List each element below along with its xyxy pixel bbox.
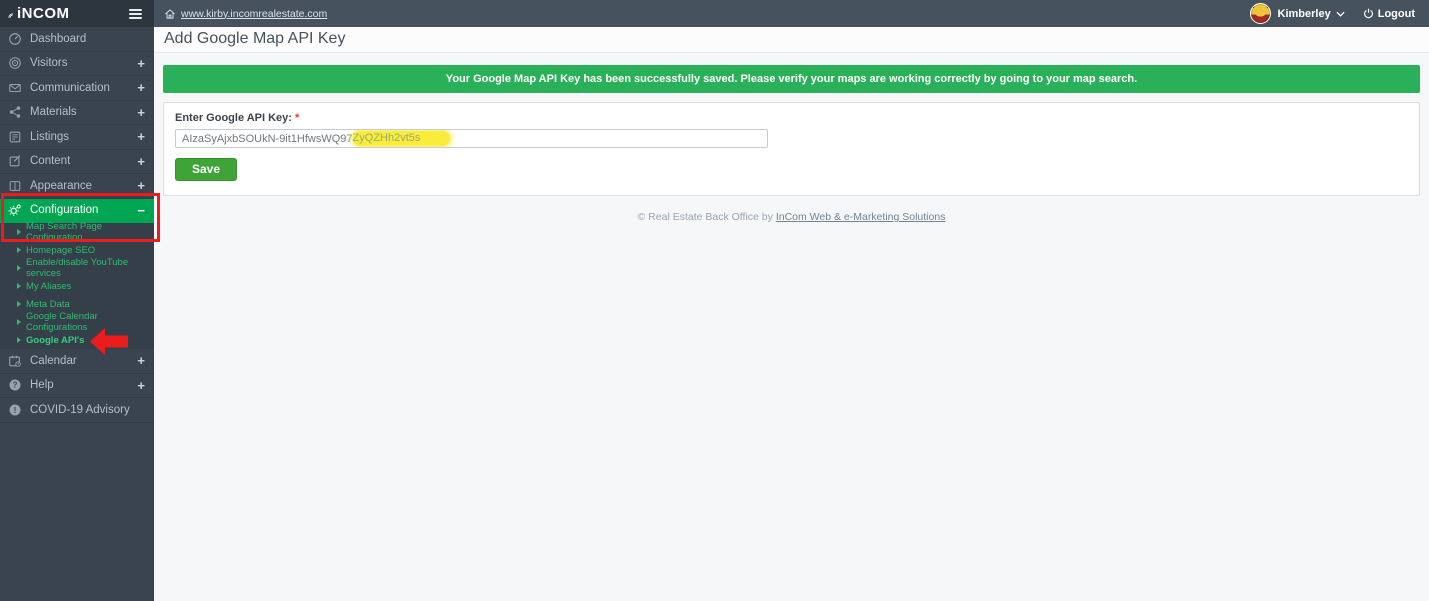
plus-icon[interactable]: + xyxy=(137,179,145,192)
user-cluster: Kimberley Logout xyxy=(1249,3,1415,24)
sidebar-item-listings[interactable]: Listings + xyxy=(0,125,154,150)
sidebar-item-label: Appearance xyxy=(30,179,93,192)
subitem-google-apis[interactable]: Google API's xyxy=(0,331,154,349)
site-url-text: www.kirby.incomrealestate.com xyxy=(181,7,328,20)
api-key-value: AIzaSyAjxbSOUkN-9it1HfwsWQ97 xyxy=(182,132,353,145)
subitem-label: Meta Data xyxy=(26,298,70,310)
svg-text:!: ! xyxy=(14,405,17,415)
plus-icon[interactable]: + xyxy=(137,106,145,119)
dashboard-icon xyxy=(9,32,21,45)
chevron-down-icon[interactable] xyxy=(1336,11,1345,17)
edit-icon xyxy=(9,155,21,167)
sidebar-item-content[interactable]: Content + xyxy=(0,150,154,174)
plus-icon[interactable]: + xyxy=(137,81,145,94)
configuration-submenu: Map Search Page Configuration Homepage S… xyxy=(0,221,154,349)
sidebar-item-visitors[interactable]: Visitors + xyxy=(0,52,154,76)
subitem-map-search-page-configuration[interactable]: Map Search Page Configuration xyxy=(0,221,154,243)
advisory-icon: ! xyxy=(9,404,21,416)
plus-icon[interactable]: + xyxy=(137,155,145,168)
caret-icon xyxy=(17,247,21,253)
plus-icon[interactable]: + xyxy=(137,354,145,367)
sidebar-item-label: Materials xyxy=(30,106,77,119)
api-key-label: Enter Google API Key: * xyxy=(175,112,1408,124)
footer-link[interactable]: InCom Web & e-Marketing Solutions xyxy=(776,211,946,223)
success-banner: Your Google Map API Key has been success… xyxy=(163,65,1420,93)
success-message: Your Google Map API Key has been success… xyxy=(445,73,1138,85)
envelope-icon xyxy=(9,83,21,92)
plus-icon[interactable]: + xyxy=(137,130,145,143)
share-icon xyxy=(9,106,21,118)
subitem-label: Google Calendar Configurations xyxy=(26,311,98,333)
logo-signal-icon xyxy=(8,13,13,18)
sidebar-item-label: Content xyxy=(30,155,71,168)
plus-icon[interactable]: + xyxy=(137,379,145,392)
user-name[interactable]: Kimberley xyxy=(1278,8,1331,20)
api-key-card: Enter Google API Key: * AIzaSyAjxbSOUkN-… xyxy=(163,102,1420,196)
api-key-value-highlighted: ZyQZHh2vt5s xyxy=(352,131,451,146)
sidebar-item-covid-advisory[interactable]: ! COVID-19 Advisory xyxy=(0,398,154,423)
logo-text: iNCOM xyxy=(17,5,70,22)
logo-bar: iNCOM xyxy=(0,0,154,27)
subitem-my-aliases[interactable]: My Aliases xyxy=(0,277,154,295)
home-icon xyxy=(165,8,175,19)
caret-icon xyxy=(17,319,21,325)
top-navbar: www.kirby.incomrealestate.com Kimberley … xyxy=(154,0,1429,27)
subitem-label: Homepage SEO xyxy=(26,244,96,256)
caret-icon xyxy=(17,283,21,289)
logout-button[interactable]: Logout xyxy=(1363,8,1415,20)
sidebar-item-label: Configuration xyxy=(30,204,99,217)
site-url-link[interactable]: www.kirby.incomrealestate.com xyxy=(164,8,327,20)
save-button[interactable]: Save xyxy=(175,158,238,181)
caret-icon xyxy=(17,265,21,271)
layout-icon xyxy=(9,180,21,191)
calendar-icon xyxy=(9,355,21,367)
footer-text: © Real Estate Back Office by xyxy=(637,211,776,223)
subitem-label: Google API's xyxy=(26,334,85,346)
sidebar-item-calendar[interactable]: Calendar + xyxy=(0,349,154,374)
caret-icon xyxy=(17,301,21,307)
help-icon: ? xyxy=(9,379,21,391)
app-logo[interactable]: iNCOM xyxy=(8,6,70,21)
subitem-youtube-services[interactable]: Enable/disable YouTube services xyxy=(0,257,154,279)
subitem-label: My Aliases xyxy=(26,280,72,292)
subitem-label: Map Search Page Configuration xyxy=(26,221,103,243)
sidebar-item-label: Communication xyxy=(30,81,110,94)
sidebar-item-label: Calendar xyxy=(30,354,77,367)
caret-icon xyxy=(17,337,21,343)
svg-text:?: ? xyxy=(13,381,18,390)
sidebar-item-label: Dashboard xyxy=(30,32,87,45)
gears-icon xyxy=(8,204,21,217)
sidebar-item-communication[interactable]: Communication + xyxy=(0,76,154,101)
footer: © Real Estate Back Office by InCom Web &… xyxy=(154,211,1429,223)
subitem-google-calendar-configurations[interactable]: Google Calendar Configurations xyxy=(0,311,154,333)
sidebar-item-label: Help xyxy=(30,379,54,392)
sidebar-item-help[interactable]: ? Help + xyxy=(0,374,154,398)
plus-icon[interactable]: + xyxy=(137,57,145,70)
power-icon xyxy=(1363,8,1373,19)
minus-icon[interactable]: − xyxy=(137,204,145,217)
app-root: iNCOM Dashboard Visitors + Communication… xyxy=(0,0,1429,601)
sidebar-item-configuration[interactable]: Configuration − xyxy=(0,198,154,223)
required-asterisk: * xyxy=(295,112,300,124)
api-key-label-text: Enter Google API Key: xyxy=(175,112,292,124)
sidebar-item-materials[interactable]: Materials + xyxy=(0,101,154,125)
sidebar-item-appearance[interactable]: Appearance + xyxy=(0,174,154,199)
sidebar-item-label: Visitors xyxy=(30,57,68,70)
avatar[interactable] xyxy=(1249,3,1271,24)
caret-icon xyxy=(17,229,21,235)
logout-label: Logout xyxy=(1377,7,1415,20)
sidebar: iNCOM Dashboard Visitors + Communication… xyxy=(0,0,154,601)
visitors-icon xyxy=(9,57,21,70)
api-key-input[interactable]: AIzaSyAjxbSOUkN-9it1HfwsWQ97 ZyQZHh2vt5s xyxy=(175,129,768,148)
sidebar-item-dashboard[interactable]: Dashboard xyxy=(0,27,154,52)
subitem-label: Enable/disable YouTube services xyxy=(26,257,129,279)
hamburger-icon[interactable] xyxy=(129,7,142,21)
listings-icon xyxy=(9,131,21,143)
main-content: Add Google Map API Key Your Google Map A… xyxy=(154,27,1429,601)
sidebar-item-label: Listings xyxy=(30,130,69,143)
page-title: Add Google Map API Key xyxy=(154,27,1429,53)
sidebar-item-label: COVID-19 Advisory xyxy=(30,403,130,416)
